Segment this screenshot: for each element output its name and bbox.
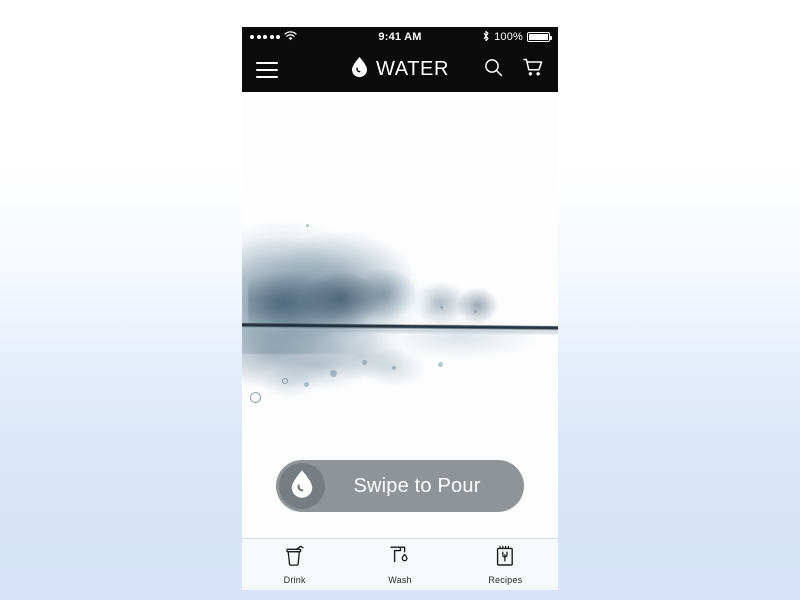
shopping-cart-icon[interactable] [523, 58, 544, 82]
page-title: WATER [376, 58, 449, 80]
app-header: WATER [242, 47, 558, 92]
battery-percent-label: 100% [494, 31, 524, 43]
tab-drink[interactable]: Drink [242, 539, 347, 590]
swipe-to-pour-slider[interactable]: Swipe to Pour [276, 460, 524, 512]
bottom-tab-bar: Drink Wash Recipes [242, 538, 558, 590]
tab-label: Wash [388, 574, 412, 585]
cup-with-straw-icon [285, 545, 305, 572]
water-drop-icon [290, 469, 314, 504]
status-bar-clock: 9:41 AM [378, 31, 422, 43]
phone-frame: 9:41 AM 100% WATER Swipe to Pour Drink W… [242, 27, 558, 590]
status-bar-left [250, 30, 378, 44]
water-drop-icon [351, 56, 368, 83]
wifi-icon [284, 30, 297, 44]
faucet-drop-icon [389, 545, 411, 572]
tab-wash[interactable]: Wash [347, 539, 452, 590]
bluetooth-icon [482, 30, 490, 45]
tab-recipes[interactable]: Recipes [453, 539, 558, 590]
tab-label: Drink [283, 574, 306, 585]
status-bar-right: 100% [422, 30, 553, 45]
hero-section: Swipe to Pour [242, 92, 558, 538]
hamburger-menu-icon[interactable] [256, 61, 278, 78]
cellular-signal-icon [250, 35, 280, 39]
tab-label: Recipes [488, 574, 523, 585]
search-icon[interactable] [484, 58, 503, 82]
app-header-actions [484, 58, 544, 82]
status-bar: 9:41 AM 100% [242, 27, 558, 47]
notepad-fork-icon [495, 545, 515, 572]
battery-full-icon [527, 32, 553, 42]
water-splash-photo [242, 210, 558, 425]
swipe-knob-handle[interactable] [279, 463, 325, 509]
swipe-control-wrapper: Swipe to Pour [242, 460, 558, 512]
